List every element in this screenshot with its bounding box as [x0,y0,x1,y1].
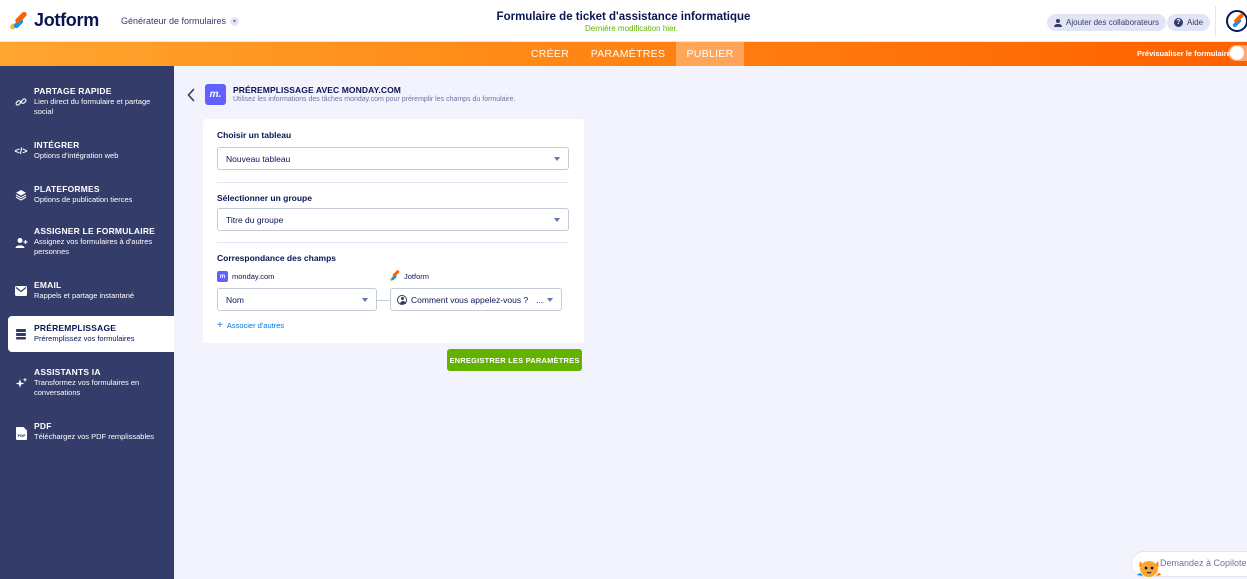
source-jotform-text: Jotform [404,271,430,281]
help-button[interactable]: ? Aide [1167,14,1211,31]
sidebar-item-desc: Préremplissez vos formulaires [34,334,135,343]
board-select[interactable]: Nouveau tableau [217,147,569,170]
panel-title: PRÉREMPLISSAGE AVEC MONDAY.COM [233,85,401,95]
tab-create[interactable]: CRÉER [520,42,580,66]
sidebar-item-email[interactable]: EMAIL Rappels et partage instantané [0,274,174,308]
sidebar-item-quick-share[interactable]: PARTAGE RAPIDE Lien direct du formulaire… [0,80,174,124]
field-mapping-label: Correspondance des champs [217,253,337,263]
link-icon [14,95,28,109]
sidebar-item-prefill[interactable]: PRÉREMPLISSAGE Préremplissez vos formula… [8,316,174,352]
sidebar-item-desc: Lien direct du formulaire et partage soc… [34,97,151,116]
associate-more-link[interactable]: + Associer d'autres [217,319,285,331]
chevron-down-icon: ▾ [230,16,240,26]
sidebar-item-platforms[interactable]: PLATEFORMES Options de publication tierc… [0,178,174,212]
add-collaborators-label: Ajouter des collaborateurs [1066,18,1159,27]
save-settings-button[interactable]: ENREGISTRER LES PARAMÈTRES [447,349,582,371]
source-jotform-label: Jotform [389,269,430,282]
builder-dropdown[interactable]: Générateur de formulaires ▾ [121,16,240,26]
monday-field-value: Nom [226,294,244,305]
sidebar-item-title: PDF [34,421,52,431]
publish-sidebar: PARTAGE RAPIDE Lien direct du formulaire… [0,66,174,579]
svg-text:PDF: PDF [17,434,26,438]
tab-settings[interactable]: PARAMÈTRES [583,42,673,66]
person-icon [397,294,407,305]
group-select[interactable]: Titre du groupe [217,208,569,231]
database-icon [14,327,28,341]
tab-publish[interactable]: PUBLIER [676,42,744,66]
builder-dropdown-label: Générateur de formulaires [121,16,227,26]
sidebar-item-desc: Options de publication tierces [34,195,133,204]
back-arrow-icon[interactable] [186,88,196,102]
chevron-down-icon [554,157,560,161]
jotform-icon [389,269,400,282]
pdf-icon: PDF [14,426,28,440]
sidebar-item-title: INTÉGRER [34,140,80,150]
help-label: Aide [1187,18,1204,27]
avatar[interactable] [1226,10,1247,32]
source-monday-text: monday.com [232,272,275,281]
monday-logo-icon: m. [205,84,226,105]
jotform-logo[interactable]: Jotform [9,10,99,31]
board-label: Choisir un tableau [217,130,292,140]
layers-icon [14,188,28,202]
associate-more-label: Associer d'autres [226,321,285,330]
top-bar: Jotform Générateur de formulaires ▾ Form… [0,0,1247,42]
sidebar-item-embed[interactable]: </> INTÉGRER Options d'intégration web [0,134,174,168]
plus-icon: + [217,319,223,331]
group-select-value: Titre du groupe [226,214,284,225]
monday-icon: m [217,271,228,282]
copilot-label: Demandez à Copilote [1160,558,1247,568]
brand-name: Jotform [34,10,99,30]
group-label: Sélectionner un groupe [217,193,312,203]
chevron-down-icon [362,298,368,302]
board-select-value: Nouveau tableau [226,153,291,164]
sidebar-item-assign-form[interactable]: ASSIGNER LE FORMULAIRE Assignez vos form… [0,221,174,265]
user-add-icon [14,236,28,250]
envelope-icon [14,284,28,298]
sidebar-item-ai-agents[interactable]: ASSISTANTS IA Transformez vos formulaire… [0,361,174,405]
builder-nav: CRÉER PARAMÈTRES PUBLIER [0,42,1247,66]
sparkle-icon [14,376,28,390]
sidebar-item-title: EMAIL [34,280,62,290]
topbar-divider [1215,6,1216,36]
monday-field-select[interactable]: Nom [217,288,377,311]
sidebar-item-title: ASSIGNER LE FORMULAIRE [34,226,156,236]
mapping-connector [377,300,390,301]
source-monday-label: m monday.com [217,271,274,282]
chevron-down-icon [547,298,553,302]
sidebar-item-title: PRÉREMPLISSAGE [34,323,117,333]
user-icon [1054,18,1062,27]
sidebar-item-title: PARTAGE RAPIDE [34,86,112,96]
sidebar-item-title: ASSISTANTS IA [34,367,101,377]
preview-toggle-knob [1230,46,1244,60]
sidebar-item-desc: Options d'intégration web [34,151,119,160]
jotform-field-select[interactable]: Comment vous appelez-vous ? ... [390,288,562,311]
sidebar-item-desc: Assignez vos formulaires à d'autres pers… [34,237,153,256]
preview-form-label: Prévisualiser le formulaire [1137,49,1231,58]
jotform-logo-icon [9,10,28,30]
sidebar-item-desc: Transformez vos formulaires en conversat… [34,378,140,397]
sidebar-item-desc: Téléchargez vos PDF remplissables [34,432,155,441]
section-divider [217,242,569,243]
copilot-avatar-icon [1136,555,1162,579]
code-icon: </> [14,146,28,156]
sidebar-item-pdf[interactable]: PDF PDF Téléchargez vos PDF remplissable… [0,416,174,450]
panel-subtitle: Utilisez les informations des tâches mon… [233,96,516,103]
sidebar-item-title: PLATEFORMES [34,184,100,194]
chevron-down-icon [554,218,560,222]
jotform-field-more: ... [536,294,544,305]
add-collaborators-button[interactable]: Ajouter des collaborateurs [1047,14,1166,31]
section-divider [217,182,569,183]
question-icon: ? [1174,18,1183,27]
jotform-field-value: Comment vous appelez-vous ? [411,294,529,305]
sidebar-item-desc: Rappels et partage instantané [34,291,135,300]
